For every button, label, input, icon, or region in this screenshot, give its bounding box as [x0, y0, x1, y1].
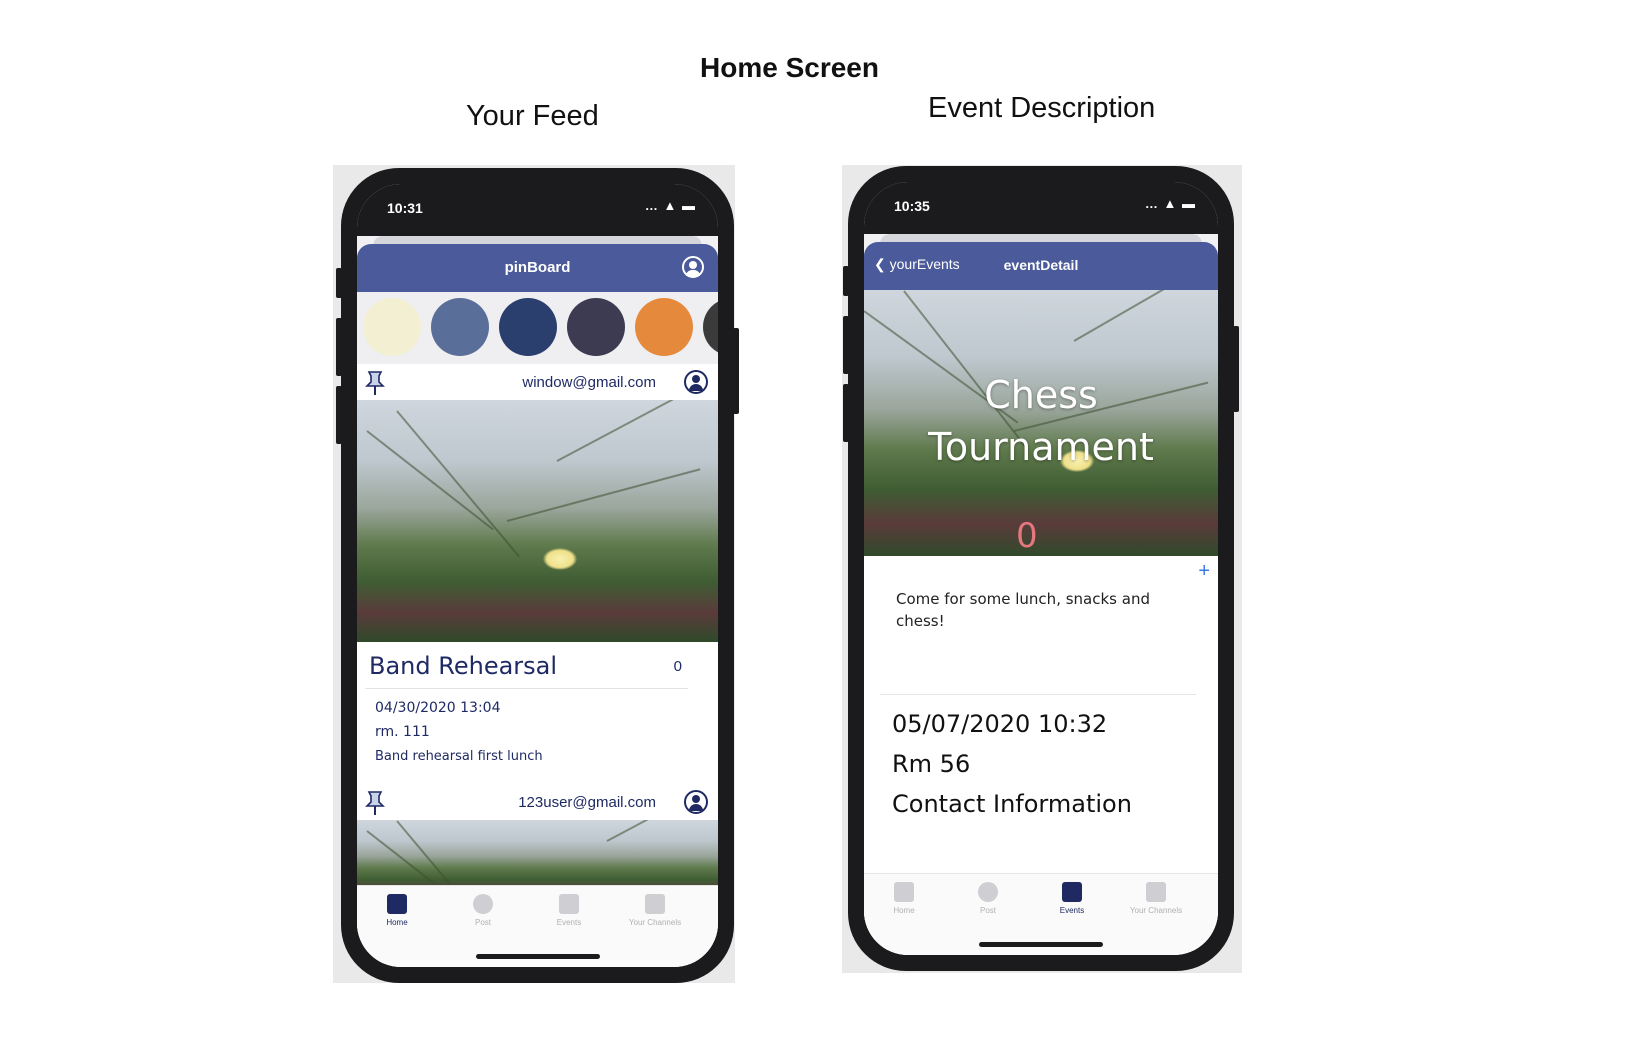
tab-events[interactable]: Events: [529, 894, 609, 927]
feed-sheet: pinBoard window@gmail.com Band Rehearsal…: [357, 244, 718, 967]
event-hero-photo: Chess Tournament 0: [864, 290, 1218, 556]
event-description: Come for some lunch, snacks and chess!: [896, 590, 1150, 630]
event-datetime: 05/07/2020 10:32: [892, 710, 1108, 738]
tab-post[interactable]: Post: [443, 894, 523, 927]
event-title-line-2: Tournament: [928, 425, 1154, 469]
event-card[interactable]: Band Rehearsal 0 04/30/2020 13:04 rm. 11…: [357, 642, 718, 788]
event-card-title: Band Rehearsal: [369, 652, 558, 680]
event-card-description: Band rehearsal first lunch: [375, 749, 543, 764]
add-post-icon: [978, 882, 998, 902]
volume-down-button: [843, 384, 849, 442]
event-sheet: ❮ yourEvents eventDetail Chess Tournamen…: [864, 242, 1218, 955]
notch: [442, 184, 633, 214]
feed-screen-caption: Your Feed: [466, 100, 599, 132]
mute-switch: [843, 266, 849, 296]
pin-icon[interactable]: [365, 370, 385, 396]
status-time: 10:35: [894, 198, 930, 214]
home-icon: [894, 882, 914, 902]
post-photo[interactable]: [357, 400, 718, 642]
tab-post[interactable]: Post: [948, 882, 1028, 915]
status-time: 10:31: [387, 200, 423, 216]
event-title-line-1: Chess: [984, 373, 1098, 417]
volume-up-button: [336, 318, 342, 376]
tab-bar: Home Post Events Your Channels: [864, 873, 1218, 955]
post-header: window@gmail.com: [357, 364, 718, 400]
story-avatar[interactable]: [499, 298, 557, 356]
power-button: [1233, 326, 1239, 412]
story-avatar[interactable]: [635, 298, 693, 356]
post-author-email[interactable]: 123user@gmail.com: [518, 794, 656, 811]
divider: [365, 688, 688, 689]
tab-your-channels[interactable]: Your Channels: [615, 894, 695, 927]
nav-title: eventDetail: [1003, 257, 1079, 273]
user-icon[interactable]: [684, 370, 708, 394]
home-icon: [387, 894, 407, 914]
volume-up-button: [843, 316, 849, 374]
divider: [880, 694, 1196, 695]
post-author-email[interactable]: window@gmail.com: [522, 374, 656, 391]
volume-down-button: [336, 386, 342, 444]
mute-switch: [336, 268, 342, 298]
story-avatar[interactable]: [567, 298, 625, 356]
page-title: Home Screen: [700, 52, 879, 83]
home-indicator: [475, 954, 600, 959]
tab-home[interactable]: Home: [864, 882, 944, 915]
event-contact[interactable]: Contact Information: [892, 790, 1132, 818]
event-phone: 10:35 … ▲ ▬ ❮ yourEvents eventDetail Che…: [843, 166, 1239, 971]
flower: [543, 548, 577, 570]
event-screen-caption: Event Description: [928, 92, 1156, 124]
home-indicator: [979, 942, 1103, 947]
mockup-page: Home Screen Your Feed Event Description …: [0, 0, 1648, 1042]
story-avatar[interactable]: [703, 298, 718, 356]
user-icon[interactable]: [684, 790, 708, 814]
event-room: Rm 56: [892, 750, 971, 778]
grid-icon: [645, 894, 665, 914]
nav-title: pinBoard: [504, 259, 571, 276]
event-card-date: 04/30/2020 13:04: [375, 700, 501, 716]
calendar-icon: [1062, 882, 1082, 902]
event-card-count: 0: [673, 658, 682, 675]
add-post-icon: [473, 894, 493, 914]
tab-your-channels[interactable]: Your Channels: [1116, 882, 1196, 915]
nav-bar: ❮ yourEvents eventDetail: [864, 242, 1218, 290]
attendee-count: 0: [1016, 516, 1038, 556]
power-button: [733, 328, 739, 414]
add-attendee-button[interactable]: +: [1198, 560, 1210, 583]
story-avatar[interactable]: [431, 298, 489, 356]
event-card-room: rm. 111: [375, 724, 430, 740]
post-header: 123user@gmail.com: [357, 784, 718, 820]
pin-icon[interactable]: [365, 790, 385, 816]
tab-bar: Home Post Events Your Channels: [357, 885, 718, 967]
notch: [946, 182, 1136, 212]
nav-bar: pinBoard: [357, 244, 718, 292]
grid-icon: [1146, 882, 1166, 902]
stories-row[interactable]: [357, 292, 718, 364]
profile-icon[interactable]: [682, 256, 704, 278]
tab-home[interactable]: Home: [357, 894, 437, 927]
story-avatar[interactable]: [363, 298, 421, 356]
feed-phone: 10:31 … ▲ ▬ pinBoard window@gmail.com Ba…: [336, 168, 739, 983]
event-screen: 10:35 … ▲ ▬ ❮ yourEvents eventDetail Che…: [864, 182, 1218, 955]
calendar-icon: [559, 894, 579, 914]
tab-events[interactable]: Events: [1032, 882, 1112, 915]
feed-screen: 10:31 … ▲ ▬ pinBoard window@gmail.com Ba…: [357, 184, 718, 967]
status-icons: … ▲ ▬: [1144, 196, 1196, 211]
status-icons: … ▲ ▬: [644, 198, 696, 213]
